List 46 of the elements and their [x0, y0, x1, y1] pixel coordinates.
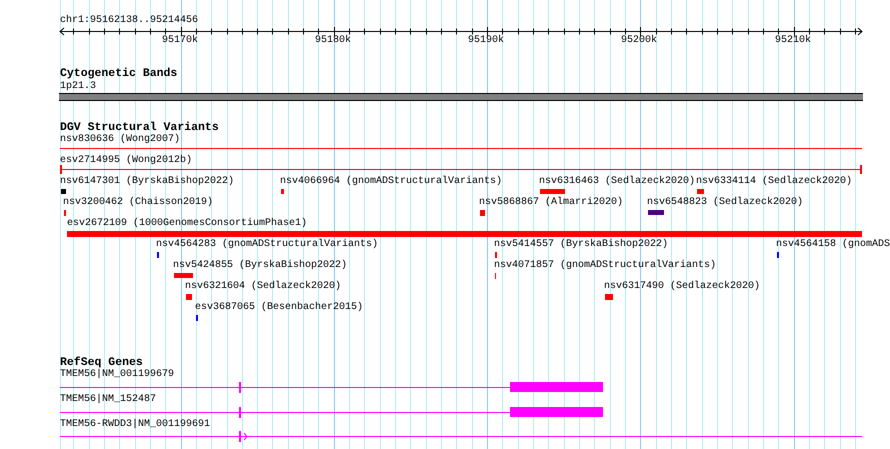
feature-label: nsv6317490 (Sedlazeck2020) — [604, 281, 760, 293]
variant-span[interactable] — [60, 165, 862, 174]
transcript-label: TMEM56|NM_152487 — [60, 394, 156, 406]
variant-bar[interactable] — [281, 189, 284, 194]
feature-label: nsv4071857 (gnomADStructuralVariants) — [494, 260, 716, 272]
tick-label: 95200k — [621, 35, 658, 47]
transcript-label: TMEM56|NM_001199679 — [60, 369, 174, 381]
cytoband-bar[interactable] — [59, 93, 863, 101]
gene-model[interactable] — [60, 381, 603, 393]
variant-bar[interactable] — [605, 294, 613, 300]
tick-label: 95210k — [775, 35, 812, 47]
variant-bar[interactable] — [61, 189, 66, 194]
feature-label: nsv4564283 (gnomADStructuralVariants) — [156, 239, 378, 251]
feature-label: nsv4066964 (gnomADStructuralVariants) — [280, 176, 502, 188]
band-label: 1p21.3 — [60, 81, 96, 93]
track-title: RefSeq Genes — [60, 356, 143, 369]
variant-bar[interactable] — [697, 189, 704, 194]
feature-label: nsv830636 (Wong2007) — [60, 134, 180, 146]
transcript-label: TMEM56-RWDD3|NM_001199691 — [60, 419, 210, 431]
feature-label: nsv3200462 (Chaisson2019) — [63, 197, 214, 209]
feature-label: nsv5868867 (Almarri2020) — [479, 197, 624, 209]
feature-label: nsv5424855 (ByrskaBishop2022) — [173, 260, 348, 272]
variant-bar[interactable] — [186, 294, 192, 300]
feature-label: nsv6147301 (ByrskaBishop2022) — [60, 176, 234, 188]
variant-bar[interactable] — [540, 189, 565, 194]
tick-label: 95180k — [315, 35, 352, 47]
feature-label: nsv6548823 (Sedlazeck2020) — [647, 197, 804, 209]
feature-label: nsv5414557 (ByrskaBishop2022) — [494, 239, 668, 251]
tick-label: 95190k — [468, 35, 504, 47]
feature-label: esv3687065 (Besenbacher2015) — [195, 302, 364, 314]
tick-label: 95170k — [162, 35, 198, 47]
feature-label: nsv4564158 (gnomADS — [776, 239, 890, 251]
gene-model[interactable] — [60, 430, 862, 442]
feature-label: nsv6334114 (Sedlazeck2020) — [696, 176, 852, 188]
location-label: chr1:95162138..95214456 — [60, 15, 198, 27]
feature-label: nsv6321604 (Sedlazeck2020) — [185, 281, 342, 293]
variant-bar[interactable] — [67, 231, 862, 237]
variant-bar[interactable] — [174, 273, 193, 278]
track-title: Cytogenetic Bands — [60, 67, 178, 81]
feature-label: esv2672109 (1000GenomesConsortiumPhase1) — [67, 218, 308, 230]
variant-bar[interactable] — [648, 210, 664, 215]
gene-model[interactable] — [60, 406, 603, 418]
feature-label: nsv6316463 (Sedlazeck2020) — [539, 176, 696, 188]
track-title: DGV Structural Variants — [60, 121, 219, 134]
feature-label: esv2714995 (Wong2012b) — [60, 155, 192, 167]
variant-bar[interactable] — [480, 210, 485, 216]
